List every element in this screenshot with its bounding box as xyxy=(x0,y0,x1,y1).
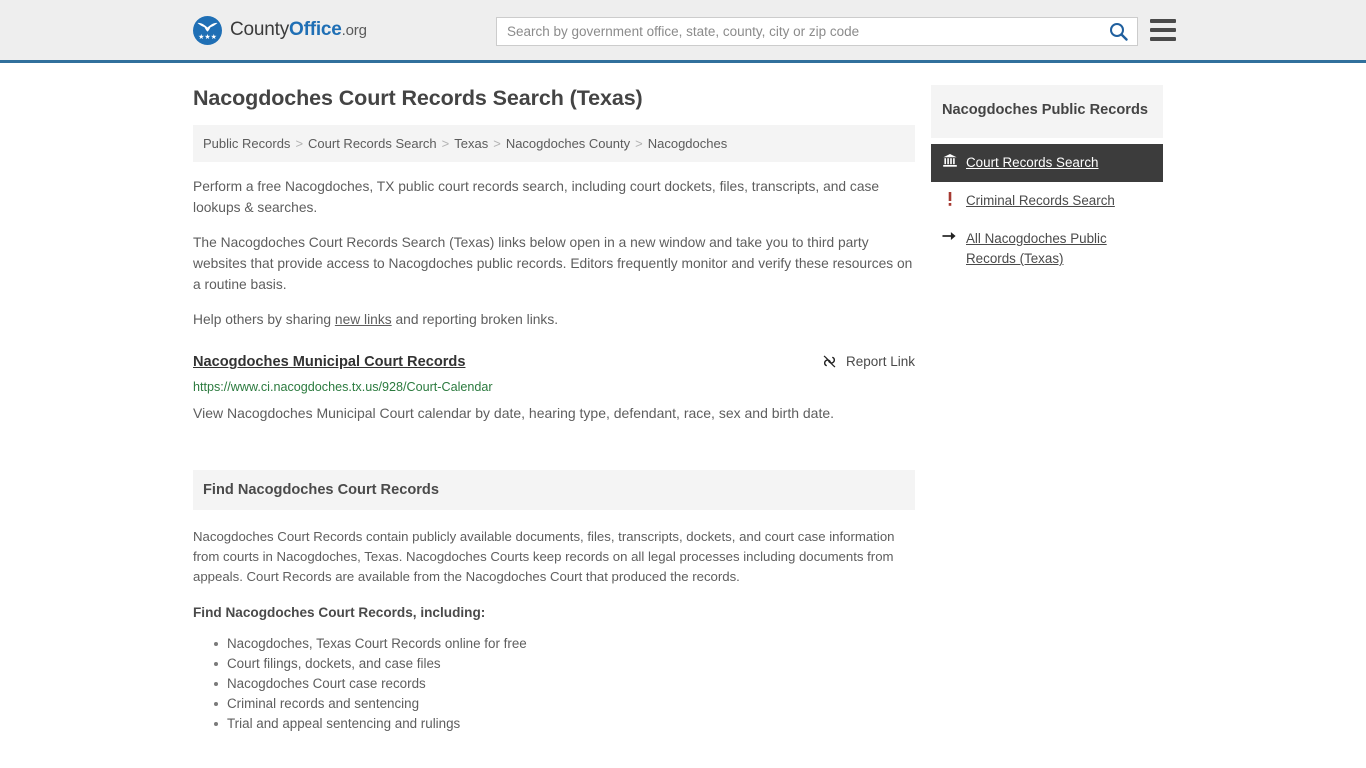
sidebar-item-court-records-search[interactable]: Court Records Search xyxy=(931,144,1163,182)
find-records-section-body: Nacogdoches Court Records contain public… xyxy=(193,527,915,734)
breadcrumb-item-texas[interactable]: Texas xyxy=(454,136,488,151)
hamburger-bar xyxy=(1150,19,1176,23)
share-text-after: and reporting broken links. xyxy=(391,312,559,327)
breadcrumb-item-court-records-search[interactable]: Court Records Search xyxy=(308,136,437,151)
page-container: Nacogdoches Court Records Search (Texas)… xyxy=(0,63,1366,734)
sidebar-item-criminal-records-search[interactable]: Criminal Records Search xyxy=(931,182,1163,220)
exclamation-mark-icon xyxy=(942,191,957,206)
breadcrumb-separator: > xyxy=(493,136,501,151)
sidebar: Nacogdoches Public Records Court Records… xyxy=(931,85,1163,734)
result-url-link[interactable]: https://www.ci.nacogdoches.tx.us/928/Cou… xyxy=(193,379,915,395)
site-header: ★★★ CountyOffice.org xyxy=(0,0,1366,63)
find-records-paragraph: Nacogdoches Court Records contain public… xyxy=(193,529,895,584)
intro-paragraph-3: Help others by sharing new links and rep… xyxy=(193,309,915,330)
hamburger-bar xyxy=(1150,28,1176,32)
report-link-button[interactable]: Report Link xyxy=(821,353,915,370)
eagle-icon xyxy=(197,22,218,32)
breadcrumb-separator: > xyxy=(635,136,643,151)
breadcrumb-item-nacogdoches-county[interactable]: Nacogdoches County xyxy=(506,136,630,151)
main-content: Nacogdoches Court Records Search (Texas)… xyxy=(193,85,915,734)
countyoffice-eagle-logo: ★★★ xyxy=(193,15,222,45)
breadcrumb-separator: > xyxy=(441,136,450,151)
find-records-list-intro: Find Nacogdoches Court Records, includin… xyxy=(193,605,486,620)
search-button[interactable] xyxy=(1099,18,1137,45)
breadcrumb: Public Records > Court Records Search > Texa… xyxy=(193,125,915,162)
page-title: Nacogdoches Court Records Search (Texas) xyxy=(193,86,643,110)
brand-text: CountyOffice.org xyxy=(230,19,367,40)
find-records-bullet-list: Nacogdoches, Texas Court Records online … xyxy=(193,634,915,734)
result-description: View Nacogdoches Municipal Court calenda… xyxy=(193,405,835,421)
new-links-link[interactable]: new links xyxy=(335,312,392,327)
sidebar-heading: Nacogdoches Public Records xyxy=(931,85,1163,138)
list-item: Trial and appeal sentencing and rulings xyxy=(214,714,915,734)
list-item: Nacogdoches, Texas Court Records online … xyxy=(214,634,915,654)
arrow-right-icon xyxy=(942,229,957,242)
breadcrumb-item-public-records[interactable]: Public Records xyxy=(203,136,290,151)
breadcrumb-separator: > xyxy=(295,136,304,151)
list-item: Court filings, dockets, and case files xyxy=(214,654,915,674)
bank-courthouse-icon xyxy=(942,153,957,167)
result-item: Nacogdoches Municipal Court Records Repo… xyxy=(193,352,915,426)
breadcrumb-item-nacogdoches[interactable]: Nacogdoches xyxy=(648,136,728,151)
stars-icon: ★★★ xyxy=(198,33,217,41)
share-text-before: Help others by sharing xyxy=(193,312,335,327)
find-records-section-heading: Find Nacogdoches Court Records xyxy=(193,470,915,510)
report-link-label: Report Link xyxy=(845,354,915,369)
search-icon xyxy=(1109,23,1128,41)
sidebar-item-label: All Nacogdoches Public Records (Texas) xyxy=(966,231,1107,266)
sidebar-item-all-public-records[interactable]: All Nacogdoches Public Records (Texas) xyxy=(931,220,1163,278)
hamburger-menu-icon[interactable] xyxy=(1150,19,1176,41)
result-title-link[interactable]: Nacogdoches Municipal Court Records xyxy=(193,352,465,372)
broken-link-icon xyxy=(823,355,836,368)
intro-paragraph-2: The Nacogdoches Court Records Search (Te… xyxy=(193,235,913,292)
search-bar[interactable] xyxy=(496,17,1138,46)
sidebar-item-label: Criminal Records Search xyxy=(966,193,1115,208)
hamburger-bar xyxy=(1150,37,1176,41)
list-item: Criminal records and sentencing xyxy=(214,694,915,714)
sidebar-item-label: Court Records Search xyxy=(966,155,1099,170)
search-input[interactable] xyxy=(497,18,1099,45)
intro-paragraph-1: Perform a free Nacogdoches, TX public co… xyxy=(193,179,880,215)
site-logo[interactable]: ★★★ CountyOffice.org xyxy=(193,15,367,45)
list-item: Nacogdoches Court case records xyxy=(214,674,915,694)
